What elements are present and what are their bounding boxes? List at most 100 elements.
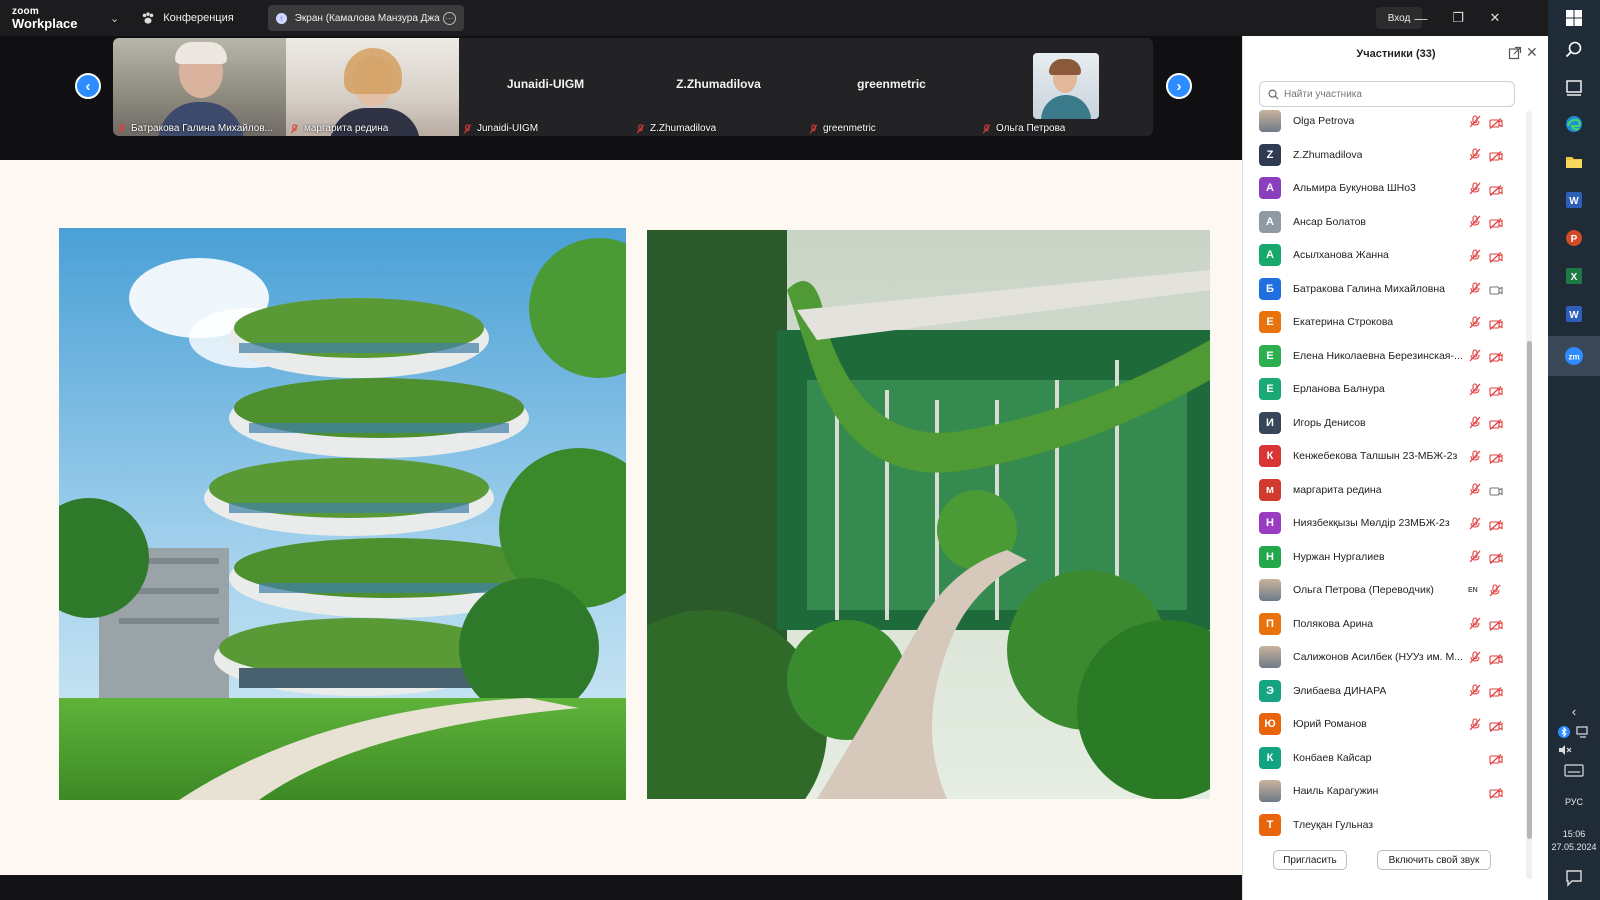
bottom-bar xyxy=(0,875,1242,900)
video-off-icon xyxy=(1489,183,1503,196)
tile-label: Ольга Петрова xyxy=(982,123,1065,134)
eco-courtyard-illustration xyxy=(647,230,1210,799)
scrollbar-thumb[interactable] xyxy=(1527,341,1532,839)
eco-tower-illustration xyxy=(59,228,626,800)
participant-name: Olga Petrova xyxy=(1293,115,1355,127)
muted-mic-icon xyxy=(1469,483,1481,496)
word-icon[interactable]: W xyxy=(1564,190,1584,210)
green-building-image-2 xyxy=(647,230,1210,799)
video-tile[interactable]: Junaidi-UIGM Junaidi-UIGM xyxy=(459,38,632,136)
close-panel-icon[interactable]: ✕ xyxy=(1526,44,1538,61)
participant-row[interactable]: Э Элибаева ДИНАРА xyxy=(1243,674,1523,708)
participant-row[interactable]: Ольга Петрова (Переводчик) EN xyxy=(1243,573,1523,607)
participant-row[interactable]: Салижонов Асилбек (НУУз им. М... xyxy=(1243,640,1523,674)
participant-row[interactable]: м маргарита редина xyxy=(1243,473,1523,507)
participant-row[interactable]: Наиль Карагужин xyxy=(1243,774,1523,808)
video-tile[interactable]: маргарита редина xyxy=(286,38,459,136)
participant-row[interactable]: А Ансар Болатов xyxy=(1243,205,1523,239)
conference-menu[interactable]: Конференция xyxy=(141,11,234,25)
edge-browser-icon[interactable] xyxy=(1564,114,1584,134)
svg-text:X: X xyxy=(1571,272,1578,283)
participant-row[interactable]: Е Елена Николаевна Березинская-... xyxy=(1243,339,1523,373)
conference-label: Конференция xyxy=(163,12,234,24)
participant-name: Ансар Болатов xyxy=(1293,215,1366,228)
gallery-prev-button[interactable]: ‹ xyxy=(75,73,101,99)
avatar: А xyxy=(1259,244,1281,266)
tile-label: greenmetric xyxy=(809,123,876,134)
participant-row[interactable]: К Конбаев Кайсар xyxy=(1243,741,1523,775)
participant-row[interactable]: Н Нуржан Нургалиев xyxy=(1243,540,1523,574)
powerpoint-icon[interactable]: P xyxy=(1564,228,1584,248)
muted-mic-icon xyxy=(117,123,126,134)
word-icon[interactable]: W xyxy=(1564,304,1584,324)
participant-row[interactable]: Е Ерланова Балнура xyxy=(1243,372,1523,406)
chevron-up-icon[interactable]: ‹ xyxy=(1548,704,1600,719)
keyboard-icon[interactable] xyxy=(1564,764,1584,777)
participant-row[interactable]: Olga Petrova xyxy=(1243,104,1523,138)
participant-row[interactable]: Т Тлеуқан Гульназ xyxy=(1243,808,1523,842)
avatar xyxy=(1259,780,1281,802)
volume-muted-icon[interactable] xyxy=(1558,744,1572,756)
video-off-icon xyxy=(1489,786,1503,799)
language-indicator[interactable]: РУС xyxy=(1548,797,1600,807)
restore-icon[interactable]: ❐ xyxy=(1446,6,1470,30)
share-indicator-icon: ↑ xyxy=(275,12,287,24)
paw-icon xyxy=(142,12,154,24)
participant-row[interactable]: К Кенжебекова Талшын 23-МБЖ-2з xyxy=(1243,439,1523,473)
participant-row[interactable]: Z Z.Zhumadilova xyxy=(1243,138,1523,172)
windows-start-icon[interactable] xyxy=(1564,8,1584,28)
avatar: Е xyxy=(1259,311,1281,333)
video-tile[interactable]: Батракова Галина Михайлов... xyxy=(113,38,286,136)
tile-name: Z.Zhumadilova xyxy=(676,77,761,91)
participant-row[interactable]: А Альмира Букунова ШНо3 xyxy=(1243,171,1523,205)
participant-row[interactable]: Н Ниязбекқызы Мөлдір 23МБЖ-2з xyxy=(1243,506,1523,540)
close-icon[interactable]: ✕ xyxy=(1483,6,1507,30)
participant-name: Юрий Романов xyxy=(1293,718,1367,730)
screen-share-pill[interactable]: ↑ Экран (Камалова Манзура Джа ··· xyxy=(267,5,464,31)
zoom-app-icon[interactable]: zm xyxy=(1564,346,1584,366)
chevron-down-icon[interactable]: ⌄ xyxy=(110,12,119,25)
avatar: И xyxy=(1259,411,1281,434)
gallery-next-button[interactable]: › xyxy=(1166,73,1192,99)
interpreter-language-badge: EN xyxy=(1468,586,1478,594)
network-icon[interactable] xyxy=(1576,726,1590,738)
video-tile[interactable]: Z.Zhumadilova Z.Zhumadilova xyxy=(632,38,805,136)
search-icon[interactable] xyxy=(1564,40,1584,60)
shared-screen xyxy=(0,160,1242,875)
title-bar: zoom Workplace ⌄ Конференция ↑ Экран (Ка… xyxy=(0,0,1548,36)
participant-name: Ольга Петрова (Переводчик) xyxy=(1293,584,1434,596)
logo-top-text: zoom xyxy=(12,5,39,17)
notifications-icon[interactable] xyxy=(1564,868,1584,888)
unmute-self-button[interactable]: Включить свой звук xyxy=(1377,850,1491,870)
more-options-icon[interactable]: ··· xyxy=(442,11,456,25)
participant-row[interactable]: Б Батракова Галина Михайловна xyxy=(1243,272,1523,306)
video-off-icon xyxy=(1489,116,1503,129)
muted-mic-icon xyxy=(1469,282,1481,295)
minimize-icon[interactable]: — xyxy=(1409,6,1433,30)
participant-name: Игорь Денисов xyxy=(1293,416,1366,429)
zoom-window: zoom Workplace ⌄ Конференция ↑ Экран (Ка… xyxy=(0,0,1600,900)
muted-mic-icon xyxy=(1469,650,1481,664)
search-input[interactable] xyxy=(1284,88,1504,100)
svg-text:P: P xyxy=(1571,234,1578,245)
participant-row[interactable]: Е Екатерина Строкова xyxy=(1243,305,1523,339)
excel-icon[interactable]: X xyxy=(1564,266,1584,286)
participant-row[interactable]: А Асылханова Жанна xyxy=(1243,238,1523,272)
participant-row[interactable]: П Полякова Арина xyxy=(1243,607,1523,641)
task-view-icon[interactable] xyxy=(1564,78,1584,98)
muted-mic-icon xyxy=(1469,148,1481,161)
invite-button[interactable]: Пригласить xyxy=(1273,850,1347,870)
video-off-icon xyxy=(1489,350,1503,363)
bluetooth-icon[interactable] xyxy=(1558,726,1570,738)
pop-out-icon[interactable] xyxy=(1508,46,1522,60)
participant-row[interactable]: И Игорь Денисов xyxy=(1243,406,1523,440)
avatar: Е xyxy=(1259,344,1281,367)
participant-name: Екатерина Строкова xyxy=(1293,316,1394,328)
tile-label-text: Батракова Галина Михайлов... xyxy=(131,123,274,134)
file-explorer-icon[interactable] xyxy=(1564,152,1584,172)
participant-name: Ерланова Балнура xyxy=(1293,383,1385,395)
participant-row[interactable]: Ю Юрий Романов xyxy=(1243,707,1523,741)
video-tile[interactable]: greenmetric greenmetric xyxy=(805,38,978,136)
clock-date[interactable]: 27.05.2024 xyxy=(1548,842,1600,852)
clock-time[interactable]: 15:06 xyxy=(1548,829,1600,839)
